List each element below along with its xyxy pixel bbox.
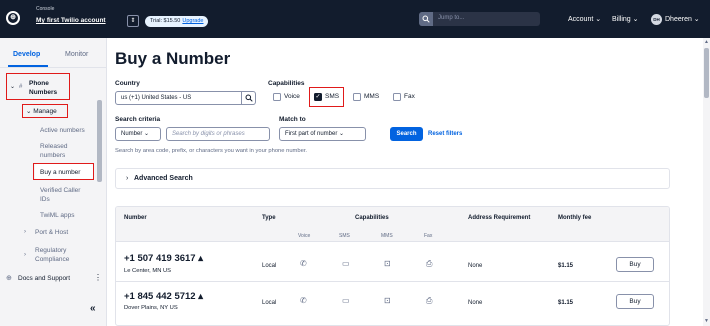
- mms-icon: ⊡: [384, 296, 391, 305]
- match-to-label: Match to: [279, 116, 306, 123]
- number-type: Local: [262, 300, 277, 306]
- monthly-fee: $1.15: [558, 263, 574, 269]
- search-criteria-label: Search criteria: [115, 116, 161, 123]
- advanced-search-label: Advanced Search: [134, 175, 193, 182]
- scroll-up-icon[interactable]: ▲: [704, 39, 709, 45]
- sidebar-item-released-numbers[interactable]: Released numbers: [40, 142, 90, 160]
- numbers-table: Number Type Capabilities Address Require…: [115, 206, 670, 326]
- sidebar-item-active-numbers[interactable]: Active numbers: [40, 126, 85, 135]
- chevron-right-icon: ›: [24, 252, 26, 258]
- billing-menu[interactable]: Billing ⌄: [612, 15, 639, 23]
- account-name-link[interactable]: My first Twilio account: [36, 17, 106, 24]
- mms-label: MMS: [364, 93, 380, 100]
- sidebar: Develop Monitor ⌄ # Phone Numbers ⌄ Mana…: [0, 38, 107, 326]
- sms-checkbox[interactable]: ✓: [314, 93, 322, 101]
- phone-number: +1 845 442 5712 ▴: [124, 291, 203, 302]
- header-number: Number: [124, 215, 147, 221]
- voice-checkbox[interactable]: [273, 93, 281, 101]
- phone-number: +1 507 419 3617 ▴: [124, 253, 203, 264]
- sidebar-item-manage[interactable]: ⌄ Manage: [26, 107, 57, 116]
- trial-balance: Trial: $15.50: [150, 18, 181, 24]
- scrollbar-thumb[interactable]: [704, 48, 709, 98]
- mms-icon: ⊡: [384, 259, 391, 268]
- account-menu[interactable]: Account ⌄: [568, 15, 601, 23]
- header-type: Type: [262, 215, 276, 221]
- page-title: Buy a Number: [115, 49, 231, 68]
- main-scrollbar[interactable]: ▲ ▼: [703, 38, 710, 326]
- more-options-icon[interactable]: ⋮: [94, 273, 102, 282]
- mms-checkbox[interactable]: [353, 93, 361, 101]
- chevron-right-icon: ›: [24, 229, 26, 235]
- user-menu[interactable]: Dheeren ⌄: [665, 15, 700, 23]
- sidebar-item-phone-numbers[interactable]: Phone Numbers: [29, 79, 65, 97]
- capabilities-label: Capabilities: [268, 80, 305, 87]
- address-requirement: None: [468, 300, 483, 306]
- search-help-text: Search by area code, prefix, or characte…: [115, 148, 308, 154]
- sidebar-item-verified-caller-ids[interactable]: Verified Caller IDs: [40, 186, 90, 204]
- sidebar-item-twiml-apps[interactable]: TwiML apps: [40, 211, 74, 220]
- tab-develop[interactable]: Develop: [13, 51, 40, 58]
- subheader-mms: MMS: [381, 233, 393, 239]
- country-value: us (+1) United States - US: [121, 95, 192, 101]
- monthly-fee: $1.15: [558, 300, 574, 306]
- buy-button[interactable]: Buy: [616, 294, 654, 309]
- scroll-down-icon[interactable]: ▼: [704, 318, 709, 324]
- fax-icon: ⎙: [426, 296, 433, 305]
- top-bar: ⊕ Console My first Twilio account ⇕ Tria…: [0, 0, 710, 38]
- sms-icon: ▭: [342, 259, 350, 268]
- main-content: Buy a Number Country us (+1) United Stat…: [107, 38, 703, 326]
- header-address-requirement: Address Requirement: [468, 215, 531, 221]
- fax-checkbox[interactable]: [393, 93, 401, 101]
- row-divider: [116, 281, 669, 282]
- search-icon[interactable]: [241, 91, 255, 105]
- chevron-right-icon: ›: [126, 175, 129, 182]
- trial-badge: Trial: $15.50 Upgrade: [145, 16, 209, 27]
- help-icon: ⊕: [6, 275, 12, 282]
- account-switch-icon[interactable]: ⇕: [127, 15, 139, 27]
- search-button[interactable]: Search: [390, 127, 423, 141]
- advanced-search-toggle[interactable]: › Advanced Search: [115, 168, 670, 189]
- country-select[interactable]: us (+1) United States - US: [115, 91, 256, 105]
- number-location: Dover Plains, NY US: [124, 305, 178, 311]
- subheader-sms: SMS: [339, 233, 350, 239]
- collapse-sidebar-icon[interactable]: «: [90, 303, 96, 314]
- sidebar-item-port-host[interactable]: Port & Host: [35, 228, 68, 237]
- subheader-fax: Fax: [424, 233, 433, 239]
- tab-monitor[interactable]: Monitor: [65, 51, 88, 58]
- voice-icon: ✆: [300, 259, 307, 268]
- sms-label: SMS: [325, 93, 340, 100]
- jump-to-search[interactable]: Jump to...: [419, 12, 540, 26]
- buy-button[interactable]: Buy: [616, 257, 654, 272]
- search-criteria-select[interactable]: Number ⌄: [115, 127, 161, 141]
- hash-icon: #: [19, 84, 23, 90]
- table-header: [116, 207, 669, 242]
- number-type: Local: [262, 263, 277, 269]
- console-label: Console: [36, 6, 55, 12]
- twilio-logo-icon[interactable]: ⊕: [6, 11, 20, 25]
- reset-filters-link[interactable]: Reset filters: [428, 131, 462, 137]
- avatar[interactable]: DH: [651, 14, 662, 25]
- address-requirement: None: [468, 263, 483, 269]
- sidebar-item-buy-a-number[interactable]: Buy a number: [40, 168, 80, 177]
- number-search-input[interactable]: Search by digits or phrases: [166, 127, 270, 141]
- country-label: Country: [115, 80, 140, 87]
- fax-label: Fax: [404, 93, 415, 100]
- match-to-select[interactable]: First part of number ⌄: [279, 127, 366, 141]
- search-icon: [419, 12, 433, 26]
- sidebar-item-docs-and-support[interactable]: Docs and Support: [18, 274, 70, 283]
- number-location: Le Center, MN US: [124, 268, 172, 274]
- header-capabilities: Capabilities: [355, 215, 389, 221]
- subheader-voice: Voice: [298, 233, 311, 239]
- chevron-down-icon[interactable]: ⌄: [10, 83, 15, 92]
- sidebar-item-regulatory-compliance[interactable]: Regulatory Compliance: [35, 246, 85, 264]
- tab-divider: [0, 67, 107, 68]
- upgrade-link[interactable]: Upgrade: [182, 18, 203, 24]
- sms-icon: ▭: [342, 296, 350, 305]
- header-monthly-fee: Monthly fee: [558, 215, 592, 221]
- sidebar-scrollbar[interactable]: [97, 100, 102, 182]
- voice-icon: ✆: [300, 296, 307, 305]
- fax-icon: ⎙: [426, 259, 433, 268]
- voice-label: Voice: [284, 93, 300, 100]
- jump-to-placeholder: Jump to...: [438, 15, 465, 21]
